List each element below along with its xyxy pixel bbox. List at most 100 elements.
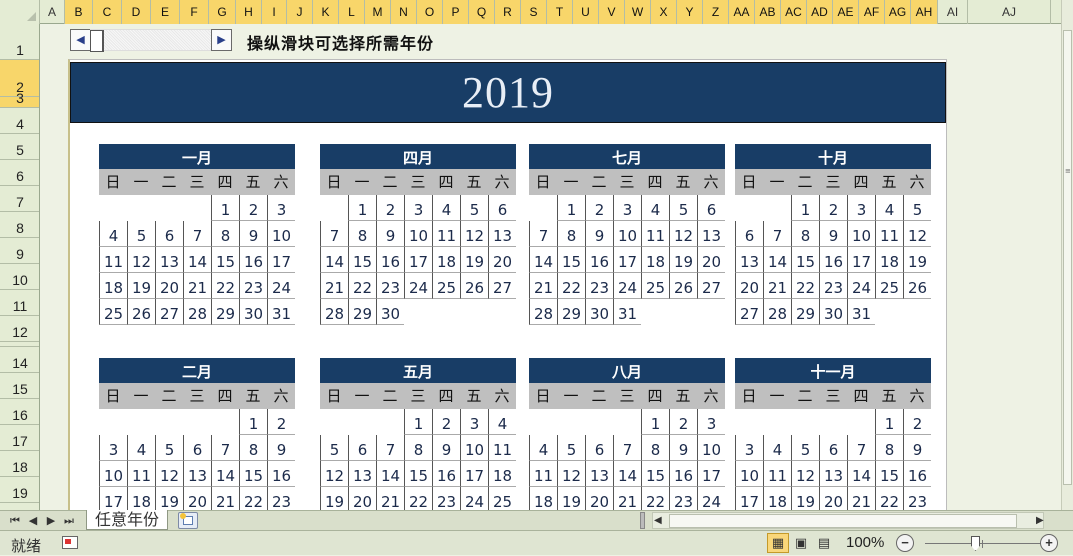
day-cell[interactable]: 3 bbox=[99, 435, 127, 461]
day-cell[interactable]: 1 bbox=[791, 195, 819, 221]
day-cell[interactable]: 28 bbox=[320, 299, 348, 325]
empty-day-cell[interactable] bbox=[791, 409, 819, 435]
day-cell[interactable]: 21 bbox=[183, 273, 211, 299]
day-cell[interactable]: 7 bbox=[183, 221, 211, 247]
day-cell[interactable]: 13 bbox=[735, 247, 763, 273]
day-cell[interactable]: 25 bbox=[641, 273, 669, 299]
day-cell[interactable]: 10 bbox=[847, 221, 875, 247]
column-header[interactable]: Z bbox=[703, 0, 729, 24]
day-cell[interactable]: 11 bbox=[99, 247, 127, 273]
day-cell[interactable]: 14 bbox=[376, 461, 404, 487]
column-header[interactable]: I bbox=[262, 0, 287, 24]
day-cell[interactable]: 4 bbox=[99, 221, 127, 247]
column-header[interactable]: X bbox=[651, 0, 677, 24]
empty-day-cell[interactable] bbox=[127, 409, 155, 435]
page-break-view-icon[interactable]: ▤ bbox=[813, 533, 835, 553]
day-cell[interactable]: 9 bbox=[376, 221, 404, 247]
day-cell[interactable]: 4 bbox=[529, 435, 557, 461]
empty-day-cell[interactable] bbox=[99, 409, 127, 435]
day-cell[interactable]: 10 bbox=[99, 461, 127, 487]
insert-sheet-icon[interactable] bbox=[178, 512, 198, 529]
column-header[interactable]: E bbox=[151, 0, 180, 24]
day-cell[interactable]: 10 bbox=[697, 435, 725, 461]
day-cell[interactable]: 25 bbox=[875, 273, 903, 299]
day-cell[interactable]: 3 bbox=[460, 409, 488, 435]
day-cell[interactable]: 14 bbox=[847, 461, 875, 487]
day-cell[interactable]: 25 bbox=[99, 299, 127, 325]
day-cell[interactable]: 12 bbox=[320, 461, 348, 487]
column-header[interactable]: L bbox=[339, 0, 365, 24]
row-header[interactable]: 4 bbox=[0, 108, 39, 134]
day-cell[interactable]: 16 bbox=[819, 247, 847, 273]
row-header[interactable]: 7 bbox=[0, 186, 39, 212]
scroll-right-button[interactable]: ▶ bbox=[211, 29, 232, 51]
macro-record-icon[interactable] bbox=[62, 536, 78, 549]
day-cell[interactable]: 9 bbox=[669, 435, 697, 461]
day-cell[interactable]: 24 bbox=[267, 273, 295, 299]
day-cell[interactable]: 2 bbox=[585, 195, 613, 221]
year-scrollbar-control[interactable]: ◀ ▶ bbox=[70, 29, 232, 53]
column-header[interactable]: K bbox=[313, 0, 339, 24]
day-cell[interactable]: 18 bbox=[488, 461, 516, 487]
column-header[interactable]: B bbox=[65, 0, 93, 24]
day-cell[interactable]: 8 bbox=[791, 221, 819, 247]
empty-day-cell[interactable] bbox=[763, 195, 791, 221]
day-cell[interactable]: 8 bbox=[557, 221, 585, 247]
row-header[interactable]: 8 bbox=[0, 212, 39, 238]
page-layout-view-icon[interactable]: ▣ bbox=[790, 533, 812, 553]
day-cell[interactable]: 16 bbox=[903, 461, 931, 487]
day-cell[interactable]: 23 bbox=[585, 273, 613, 299]
day-cell[interactable]: 24 bbox=[404, 273, 432, 299]
column-header[interactable]: D bbox=[122, 0, 151, 24]
day-cell[interactable]: 18 bbox=[641, 247, 669, 273]
day-cell[interactable]: 9 bbox=[585, 221, 613, 247]
day-cell[interactable]: 6 bbox=[735, 221, 763, 247]
day-cell[interactable]: 4 bbox=[432, 195, 460, 221]
day-cell[interactable]: 5 bbox=[669, 195, 697, 221]
day-cell[interactable]: 22 bbox=[791, 273, 819, 299]
row-header[interactable]: 19 bbox=[0, 477, 39, 503]
empty-day-cell[interactable] bbox=[613, 409, 641, 435]
column-header[interactable]: T bbox=[547, 0, 573, 24]
column-header[interactable]: Y bbox=[677, 0, 703, 24]
day-cell[interactable]: 5 bbox=[320, 435, 348, 461]
last-sheet-icon[interactable]: ⏭ bbox=[61, 513, 77, 529]
day-cell[interactable]: 4 bbox=[641, 195, 669, 221]
day-cell[interactable]: 22 bbox=[557, 273, 585, 299]
day-cell[interactable]: 13 bbox=[819, 461, 847, 487]
day-cell[interactable]: 2 bbox=[669, 409, 697, 435]
scrollbar-thumb[interactable] bbox=[90, 30, 104, 52]
day-cell[interactable]: 27 bbox=[488, 273, 516, 299]
column-header[interactable]: AF bbox=[859, 0, 885, 24]
day-cell[interactable]: 2 bbox=[267, 409, 295, 435]
day-cell[interactable]: 8 bbox=[348, 221, 376, 247]
day-cell[interactable]: 1 bbox=[239, 409, 267, 435]
day-cell[interactable]: 23 bbox=[819, 273, 847, 299]
day-cell[interactable]: 22 bbox=[348, 273, 376, 299]
day-cell[interactable]: 2 bbox=[819, 195, 847, 221]
day-cell[interactable]: 28 bbox=[183, 299, 211, 325]
day-cell[interactable]: 13 bbox=[585, 461, 613, 487]
day-cell[interactable]: 13 bbox=[155, 247, 183, 273]
column-header[interactable]: W bbox=[625, 0, 651, 24]
day-cell[interactable]: 4 bbox=[488, 409, 516, 435]
day-cell[interactable]: 17 bbox=[460, 461, 488, 487]
day-cell[interactable]: 15 bbox=[404, 461, 432, 487]
day-cell[interactable]: 15 bbox=[348, 247, 376, 273]
zoom-out-icon[interactable]: − bbox=[896, 534, 914, 552]
day-cell[interactable]: 5 bbox=[127, 221, 155, 247]
column-header[interactable]: U bbox=[573, 0, 599, 24]
day-cell[interactable]: 23 bbox=[376, 273, 404, 299]
day-cell[interactable]: 6 bbox=[348, 435, 376, 461]
zoom-slider-track[interactable] bbox=[925, 543, 1041, 544]
day-cell[interactable]: 12 bbox=[669, 221, 697, 247]
empty-day-cell[interactable] bbox=[183, 409, 211, 435]
column-header[interactable]: C bbox=[93, 0, 122, 24]
empty-day-cell[interactable] bbox=[903, 299, 931, 325]
day-cell[interactable]: 26 bbox=[460, 273, 488, 299]
day-cell[interactable]: 13 bbox=[348, 461, 376, 487]
day-cell[interactable]: 10 bbox=[613, 221, 641, 247]
column-header[interactable]: A bbox=[40, 0, 65, 24]
day-cell[interactable]: 30 bbox=[819, 299, 847, 325]
column-header[interactable]: H bbox=[236, 0, 262, 24]
